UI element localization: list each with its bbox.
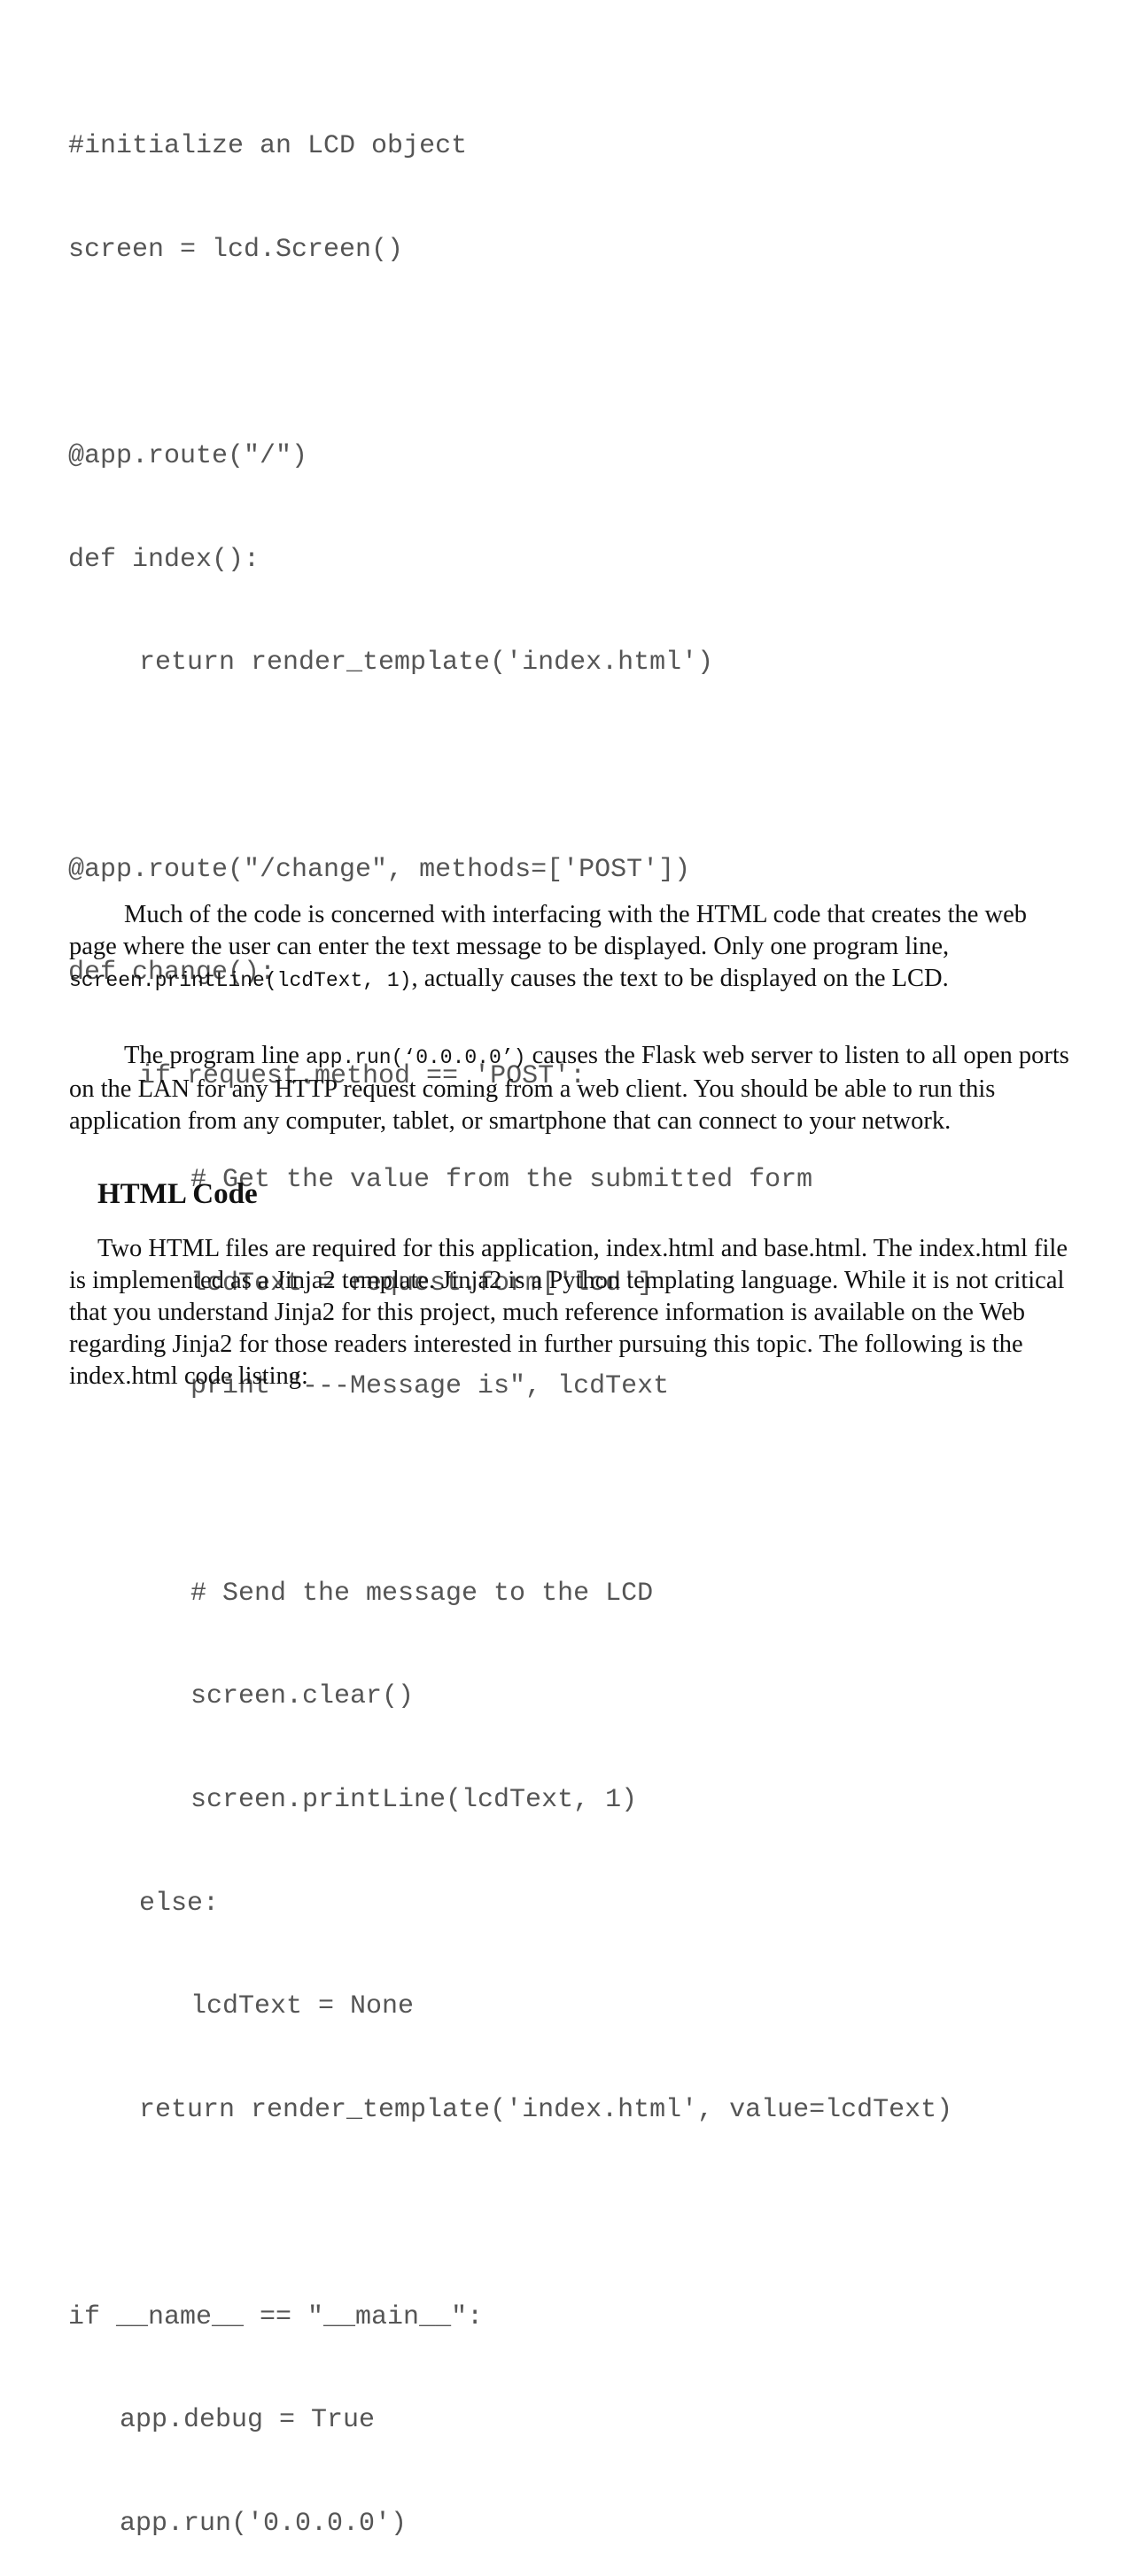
code-line: #initialize an LCD object (68, 130, 468, 161)
code-line: screen = lcd.Screen() (68, 234, 404, 265)
paragraph: Much of the code is concerned with inter… (69, 899, 1070, 997)
code-line: app.debug = True (120, 2405, 376, 2436)
code-line: screen.clear() (190, 1681, 415, 1712)
code-line: return render_template('index.html') (139, 648, 714, 679)
code-line: @app.route("/") (68, 440, 308, 471)
paragraph: The program line app.run(‘0.0.0.0’) caus… (69, 1040, 1070, 1137)
paragraph-text: , actually causes the text to be display… (411, 965, 949, 992)
inline-code: app.run(‘0.0.0.0’) (305, 1046, 526, 1069)
code-line: if __name__ == "__main__": (68, 2301, 484, 2332)
code-line: def index(): (68, 544, 260, 575)
paragraph-text: Two HTML files are required for this app… (69, 1235, 1068, 1390)
paragraph-text: Much of the code is concerned with inter… (69, 901, 1028, 960)
code-line: @app.route("/change", methods=['POST']) (68, 854, 691, 885)
code-line: lcdText = None (190, 1991, 415, 2022)
paragraph-text: The program line (124, 1042, 306, 1069)
code-line: else: (139, 1888, 220, 1919)
code-line: return render_template('index.html', val… (139, 2095, 953, 2126)
code-line: screen.printLine(lcdText, 1) (190, 1785, 638, 1816)
code-line: app.run('0.0.0.0') (120, 2508, 408, 2539)
inline-code: screen.printLine(lcdText, 1) (69, 969, 412, 992)
section-heading: HTML Code (97, 1178, 258, 1210)
paragraph: Two HTML files are required for this app… (69, 1233, 1070, 1393)
code-line: # Send the message to the LCD (190, 1578, 654, 1609)
